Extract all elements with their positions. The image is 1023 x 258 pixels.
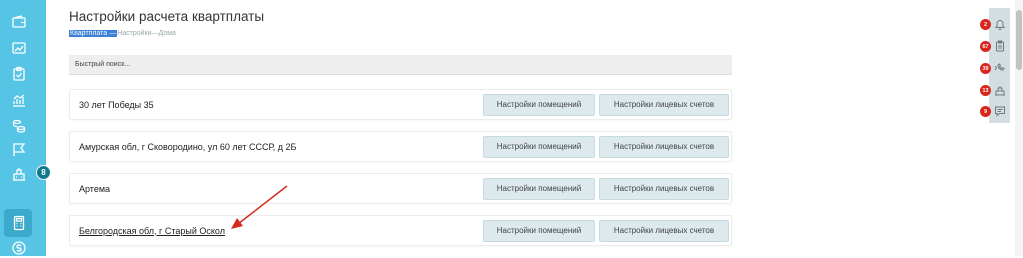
worker-icon[interactable] xyxy=(993,83,1007,97)
bank-icon[interactable] xyxy=(9,38,29,58)
building-icon[interactable] xyxy=(9,164,29,184)
accounts-settings-button[interactable]: Настройки лицевых счетов xyxy=(599,93,729,116)
rooms-settings-button[interactable]: Настройки помещений xyxy=(483,135,595,158)
scrollbar-thumb[interactable] xyxy=(1016,10,1022,70)
notification-badge: 39 xyxy=(980,63,991,74)
list-item: Белгородская обл, г Старый Оскол Настрой… xyxy=(69,215,732,246)
list-item: 30 лет Победы 35 Настройки помещений Нас… xyxy=(69,89,732,120)
house-address[interactable]: Артема xyxy=(79,184,110,194)
wallet-icon[interactable] xyxy=(9,12,29,32)
notification-badge: 9 xyxy=(980,106,991,117)
dollar-icon[interactable] xyxy=(9,238,29,258)
notification-badge: 2 xyxy=(980,19,991,30)
breadcrumb-separator: — xyxy=(151,30,159,37)
clipboard-check-icon[interactable] xyxy=(9,64,29,84)
sidebar-badge: 8 xyxy=(36,165,51,180)
rooms-settings-button[interactable]: Настройки помещений xyxy=(483,93,595,116)
clipboard-icon[interactable] xyxy=(993,39,1007,53)
calculator-icon[interactable] xyxy=(9,213,29,233)
rooms-settings-button[interactable]: Настройки помещений xyxy=(483,177,595,200)
breadcrumb-separator: — xyxy=(108,30,118,37)
notification-badge: 67 xyxy=(980,41,991,52)
accounts-settings-button[interactable]: Настройки лицевых счетов xyxy=(599,219,729,242)
breadcrumb-settings[interactable]: Настройки xyxy=(117,30,151,37)
chat-icon[interactable] xyxy=(993,104,1007,118)
breadcrumb-houses: Дома xyxy=(158,30,176,37)
list-item: Амурская обл, г Сковородино, ул 60 лет С… xyxy=(69,131,732,162)
breadcrumb-kvartplata[interactable]: Квартплата xyxy=(69,30,109,37)
house-address[interactable]: Амурская обл, г Сковородино, ул 60 лет С… xyxy=(79,142,296,152)
accounts-settings-button[interactable]: Настройки лицевых счетов xyxy=(599,177,729,200)
list-item: Артема Настройки помещений Настройки лиц… xyxy=(69,173,732,204)
page-title: Настройки расчета квартплаты xyxy=(69,9,265,24)
accounts-settings-button[interactable]: Настройки лицевых счетов xyxy=(599,135,729,158)
house-address[interactable]: 30 лет Победы 35 xyxy=(79,100,154,110)
rooms-settings-button[interactable]: Настройки помещений xyxy=(483,219,595,242)
house-address[interactable]: Белгородская обл, г Старый Оскол xyxy=(79,226,225,236)
coins-icon[interactable] xyxy=(9,116,29,136)
notification-badge: 13 xyxy=(980,85,991,96)
quick-search-input[interactable]: Быстрый поиск... xyxy=(69,55,732,75)
bell-icon[interactable] xyxy=(993,17,1007,31)
chart-icon[interactable] xyxy=(9,90,29,110)
breadcrumb: Квартплата — Настройки — Дома xyxy=(69,30,176,37)
phone-icon[interactable] xyxy=(993,61,1007,75)
flag-icon[interactable] xyxy=(9,140,29,160)
